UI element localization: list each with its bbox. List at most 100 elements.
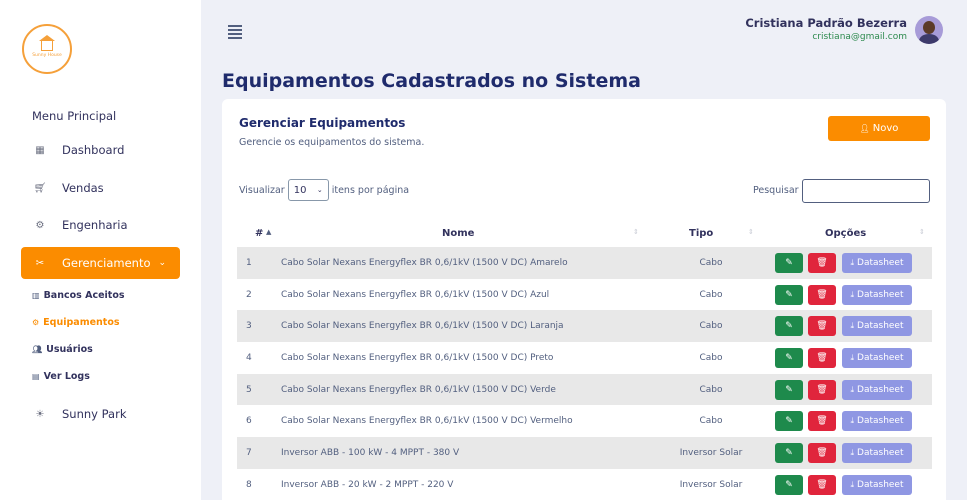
edit-button[interactable]: ✎: [775, 474, 803, 495]
avatar[interactable]: [915, 16, 943, 44]
trash-icon: 🗑︎: [816, 258, 828, 268]
delete-button[interactable]: 🗑︎: [808, 474, 836, 495]
table-row: 5 Cabo Solar Nexans Energyflex BR 0,6/1kV…: [237, 373, 932, 406]
sidebar-subitem-equipamentos[interactable]: ⚙ Equipamentos: [32, 317, 120, 328]
col-header-number[interactable]: #: [255, 228, 263, 239]
datasheet-label: Datasheet: [857, 479, 904, 490]
cart-icon: 🛒︎: [33, 182, 47, 194]
cell-tipo: Inversor Solar: [679, 479, 743, 490]
delete-button[interactable]: 🗑︎: [808, 379, 836, 400]
cell-tipo: Cabo: [699, 321, 723, 332]
datasheet-label: Datasheet: [857, 384, 904, 395]
edit-button[interactable]: ✎: [775, 348, 803, 369]
pencil-icon: ✎: [785, 416, 793, 427]
sidebar-subitem-logs[interactable]: ▤ Ver Logs: [32, 371, 90, 382]
sidebar-subitem-label: Equipamentos: [43, 317, 120, 328]
add-user-icon: 👤︎: [859, 124, 870, 133]
datasheet-button[interactable]: ⤓ Datasheet: [842, 379, 912, 400]
cell-name: Inversor ABB - 100 kW - 4 MPPT - 380 V: [281, 447, 460, 458]
datasheet-label: Datasheet: [857, 448, 904, 459]
download-icon: ⤓: [850, 258, 855, 267]
page-size-select[interactable]: 10 ⌄: [287, 179, 329, 201]
cell-name: Cabo Solar Nexans Energyflex BR 0,6/1kV …: [281, 352, 554, 363]
col-header-tipo[interactable]: Tipo: [689, 228, 713, 239]
pencil-icon: ✎: [785, 384, 793, 395]
house-icon: [39, 34, 55, 51]
datasheet-label: Datasheet: [857, 289, 904, 300]
edit-button[interactable]: ✎: [775, 443, 803, 464]
delete-button[interactable]: 🗑︎: [808, 411, 836, 432]
pencil-icon: ✎: [785, 289, 793, 300]
chevron-down-icon: ⌄: [158, 258, 166, 268]
card-subtitle: Gerencie os equipamentos do sistema.: [239, 137, 425, 148]
col-header-nome[interactable]: Nome: [442, 228, 474, 239]
delete-button[interactable]: 🗑︎: [808, 316, 836, 337]
datasheet-button[interactable]: ⤓ Datasheet: [842, 411, 912, 432]
datasheet-label: Datasheet: [857, 353, 904, 364]
delete-button[interactable]: 🗑︎: [808, 443, 836, 464]
cell-name: Cabo Solar Nexans Energyflex BR 0,6/1kV …: [281, 384, 556, 395]
table-row: 7 Inversor ABB - 100 kW - 4 MPPT - 380 V I…: [237, 437, 932, 469]
edit-button[interactable]: ✎: [775, 253, 803, 273]
sidebar-item-label: Vendas: [62, 181, 104, 195]
edit-button[interactable]: ✎: [775, 411, 803, 432]
delete-button[interactable]: 🗑︎: [808, 284, 836, 305]
sort-icon: ⇕: [748, 228, 754, 236]
menu-toggle-icon[interactable]: [228, 25, 242, 41]
page-title: Equipamentos Cadastrados no Sistema: [222, 70, 641, 92]
sidebar-item-label: Sunny Park: [62, 407, 127, 421]
datasheet-button[interactable]: ⤓ Datasheet: [842, 443, 912, 464]
sidebar-item-label: Gerenciamento: [62, 256, 151, 270]
edit-button[interactable]: ✎: [775, 284, 803, 305]
edit-button[interactable]: ✎: [775, 316, 803, 337]
cell-tipo: Cabo: [699, 384, 723, 395]
search-input[interactable]: [802, 179, 930, 203]
datasheet-button[interactable]: ⤓ Datasheet: [842, 284, 912, 305]
sidebar-item-dashboard[interactable]: ▦ Dashboard: [21, 134, 180, 166]
sidebar-subitem-label: Usuários: [46, 344, 93, 355]
user-name: Cristiana Padrão Bezerra: [745, 16, 907, 30]
cell-name: Cabo Solar Nexans Energyflex BR 0,6/1kV …: [281, 321, 564, 332]
search-label: Pesquisar: [753, 185, 799, 196]
cell-tipo: Cabo: [699, 289, 723, 300]
cell-number: 2: [246, 289, 252, 300]
cell-name: Inversor ABB - 20 kW - 2 MPPT - 220 V: [281, 479, 454, 490]
pencil-icon: ✎: [785, 353, 793, 364]
edit-button[interactable]: ✎: [775, 379, 803, 400]
cell-number: 7: [246, 447, 252, 458]
cell-number: 3: [246, 321, 252, 332]
cell-tipo: Cabo: [699, 257, 723, 268]
page-size-value: 10: [293, 184, 307, 196]
cell-number: 6: [246, 416, 252, 427]
datasheet-button[interactable]: ⤓ Datasheet: [842, 348, 912, 369]
datasheet-button[interactable]: ⤓ Datasheet: [842, 253, 912, 273]
sun-icon: ☀: [35, 408, 45, 420]
logo[interactable]: Sunny House: [22, 24, 72, 74]
delete-button[interactable]: 🗑︎: [808, 348, 836, 369]
delete-button[interactable]: 🗑︎: [808, 253, 836, 273]
new-button[interactable]: 👤︎ Novo: [828, 116, 930, 141]
cell-name: Cabo Solar Nexans Energyflex BR 0,6/1kV …: [281, 416, 573, 427]
pencil-icon: ✎: [785, 258, 793, 268]
sidebar-item-sunny-park[interactable]: ☀ Sunny Park: [21, 398, 180, 430]
sidebar-item-vendas[interactable]: 🛒︎ Vendas: [21, 172, 180, 204]
cell-number: 4: [246, 352, 252, 363]
sidebar-item-label: Dashboard: [62, 143, 125, 157]
cog-icon: ⚙: [32, 318, 40, 327]
pencil-icon: ✎: [785, 479, 793, 490]
sort-icon: ⇕: [633, 228, 639, 236]
chevron-down-icon: ⌄: [316, 186, 323, 194]
sidebar-item-gerenciamento[interactable]: ✂ Gerenciamento ⌄: [21, 247, 180, 279]
col-header-opcoes[interactable]: Opções: [825, 228, 866, 239]
datasheet-button[interactable]: ⤓ Datasheet: [842, 316, 912, 337]
download-icon: ⤓: [850, 479, 855, 489]
table-row: 8 Inversor ABB - 20 kW - 2 MPPT - 220 V In…: [237, 469, 932, 500]
cell-tipo: Cabo: [699, 352, 723, 363]
datasheet-button[interactable]: ⤓ Datasheet: [842, 474, 912, 495]
sort-icon: ⇕: [919, 228, 925, 236]
sidebar-subitem-bancos[interactable]: ▥ Bancos Aceitos: [32, 290, 125, 301]
sidebar: Sunny House Menu Principal ▦ Dashboard 🛒…: [0, 0, 201, 500]
equipment-card: Gerenciar Equipamentos Gerencie os equip…: [222, 99, 946, 500]
sidebar-item-engenharia[interactable]: ⚙ Engenharia: [21, 209, 180, 241]
sidebar-subitem-usuarios[interactable]: 👥︎ Usuários: [32, 344, 93, 355]
